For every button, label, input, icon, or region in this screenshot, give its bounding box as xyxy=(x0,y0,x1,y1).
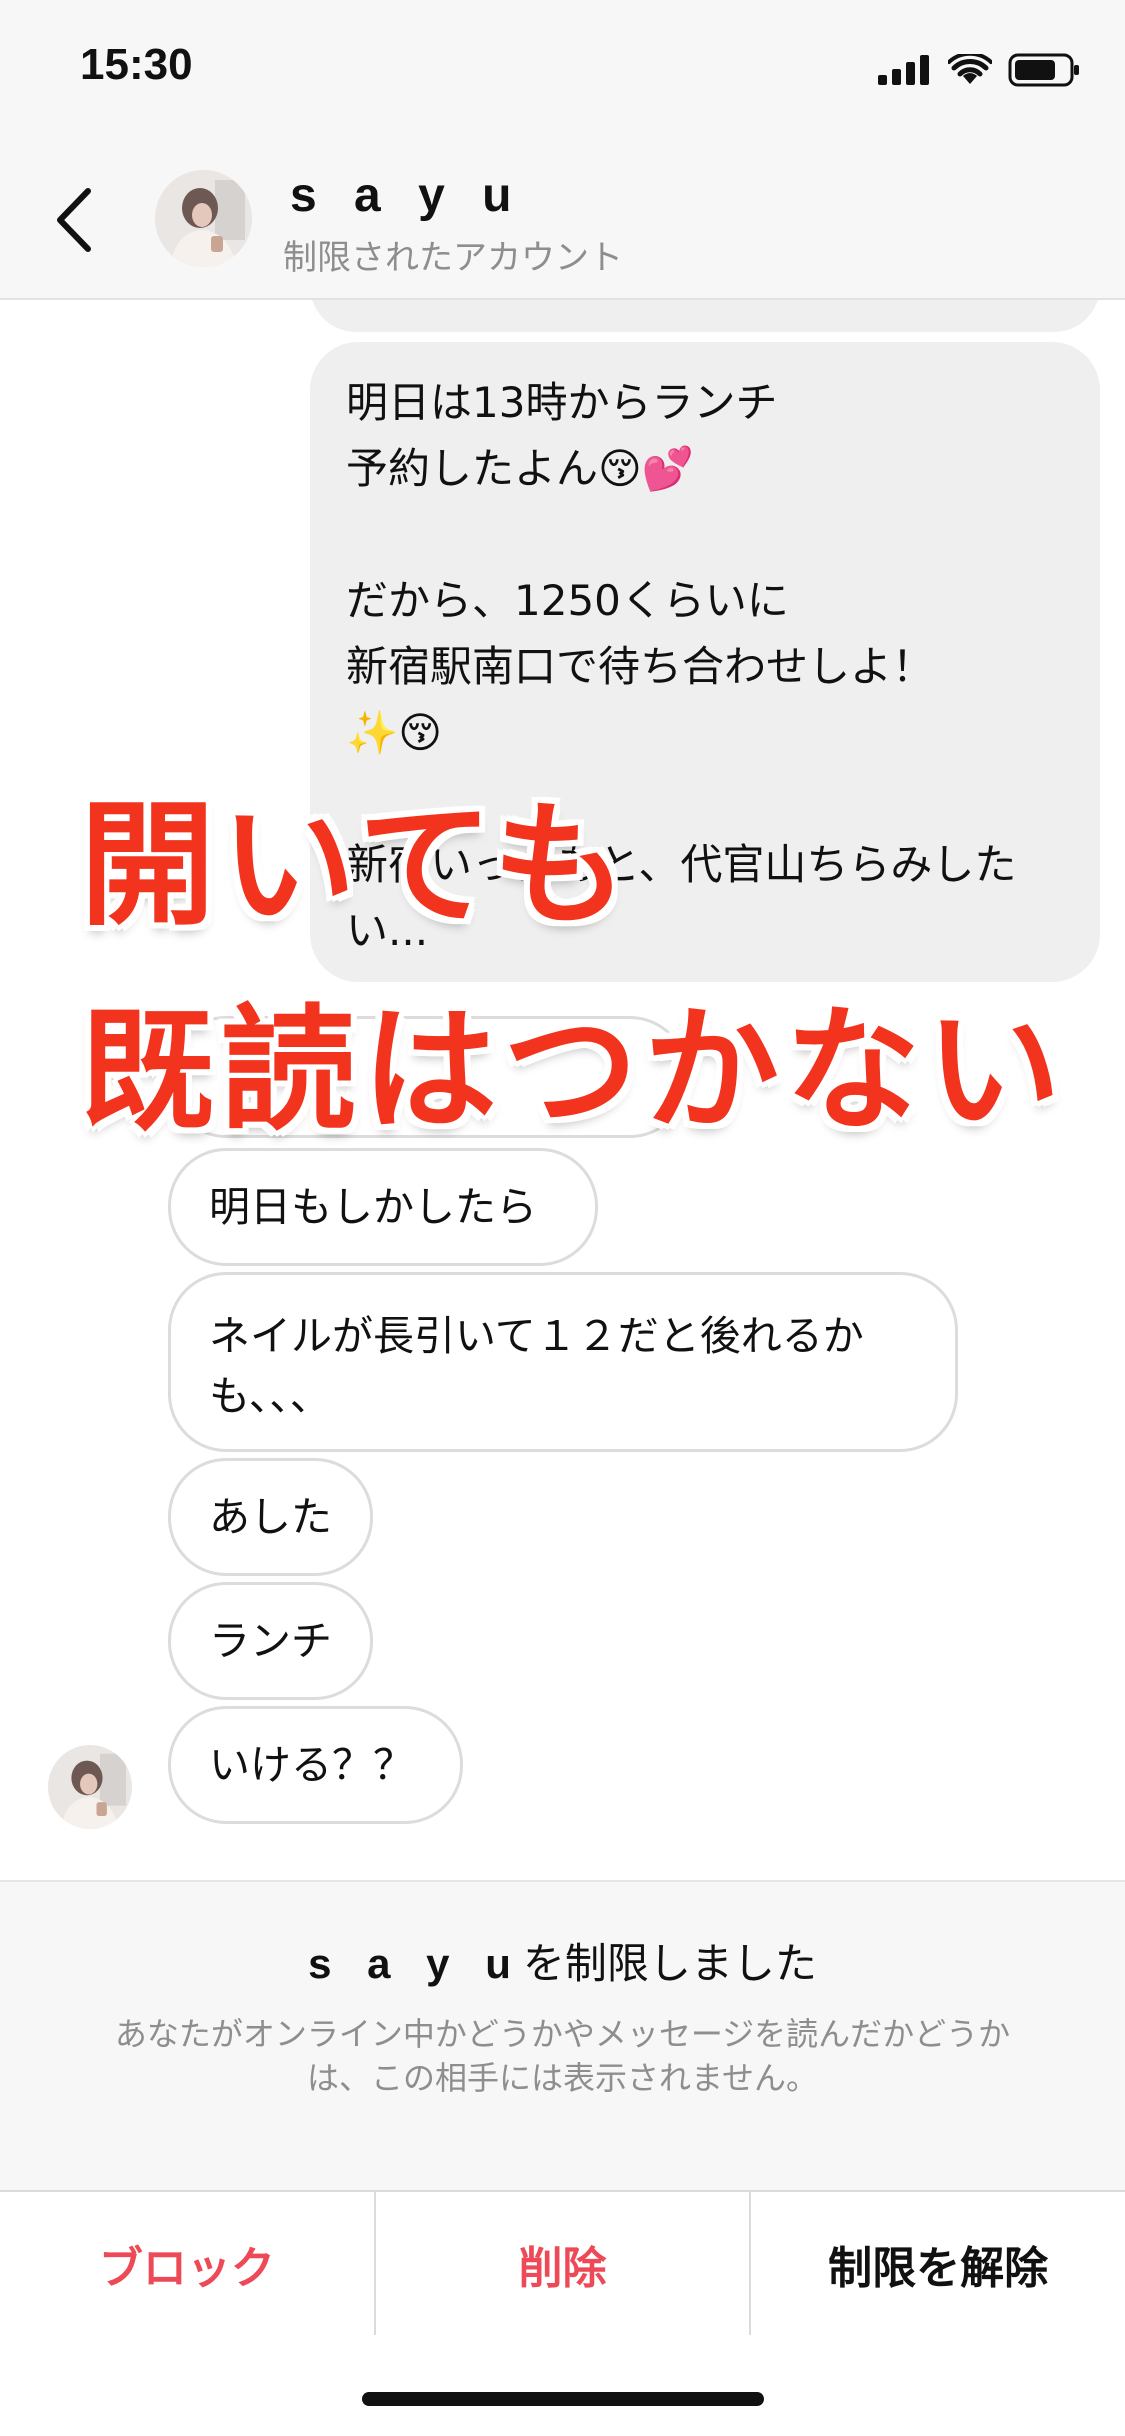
overlay-caption-line-2: 既読はつかない xyxy=(80,992,1067,1149)
header-avatar[interactable] xyxy=(155,170,252,267)
unrestrict-button[interactable]: 制限を解除 xyxy=(749,2192,1125,2335)
restriction-notice-description: あなたがオンライン中かどうかやメッセージを読んだかどうかは、この相手には表示され… xyxy=(114,2015,1011,2097)
restriction-notice: s a y uを制限しました あなたがオンライン中かどうかやメッセージを読んだか… xyxy=(0,1880,1125,2190)
header-username: s a y u xyxy=(290,169,524,222)
sender-avatar[interactable] xyxy=(48,1745,132,1829)
status-time: 15:30 xyxy=(80,40,193,89)
incoming-message-bubble[interactable]: 明日もしかしたら xyxy=(168,1148,598,1266)
incoming-message-bubble[interactable]: あした xyxy=(168,1458,373,1576)
wifi-icon xyxy=(948,54,992,84)
header-status: 制限されたアカウント xyxy=(283,238,623,278)
delete-button[interactable]: 削除 xyxy=(373,2192,750,2335)
signal-icon xyxy=(878,55,929,85)
action-bar: ブロック 削除 制限を解除 xyxy=(0,2190,1125,2335)
restriction-title-suffix: を制限しました xyxy=(522,1939,817,1988)
home-indicator[interactable] xyxy=(362,2392,764,2406)
outgoing-message-bubble[interactable] xyxy=(310,300,1100,332)
restriction-notice-title: s a y uを制限しました xyxy=(0,1930,1125,1991)
status-icons xyxy=(878,50,1080,90)
back-chevron-icon[interactable] xyxy=(50,185,100,255)
battery-icon xyxy=(1008,53,1079,87)
overlay-caption-line-1: 開いても xyxy=(80,787,634,944)
incoming-message-bubble[interactable]: いける？？ xyxy=(168,1706,463,1824)
block-button[interactable]: ブロック xyxy=(0,2192,374,2335)
incoming-message-bubble[interactable]: ランチ xyxy=(168,1582,373,1700)
status-bar: 15:30 xyxy=(0,0,1125,140)
restricted-username: s a y u xyxy=(308,1940,523,1987)
incoming-message-bubble[interactable]: ネイルが長引いて１２だと後れるかも、、、 xyxy=(168,1272,958,1452)
chat-header: s a y u 制限されたアカウント xyxy=(0,140,1125,300)
